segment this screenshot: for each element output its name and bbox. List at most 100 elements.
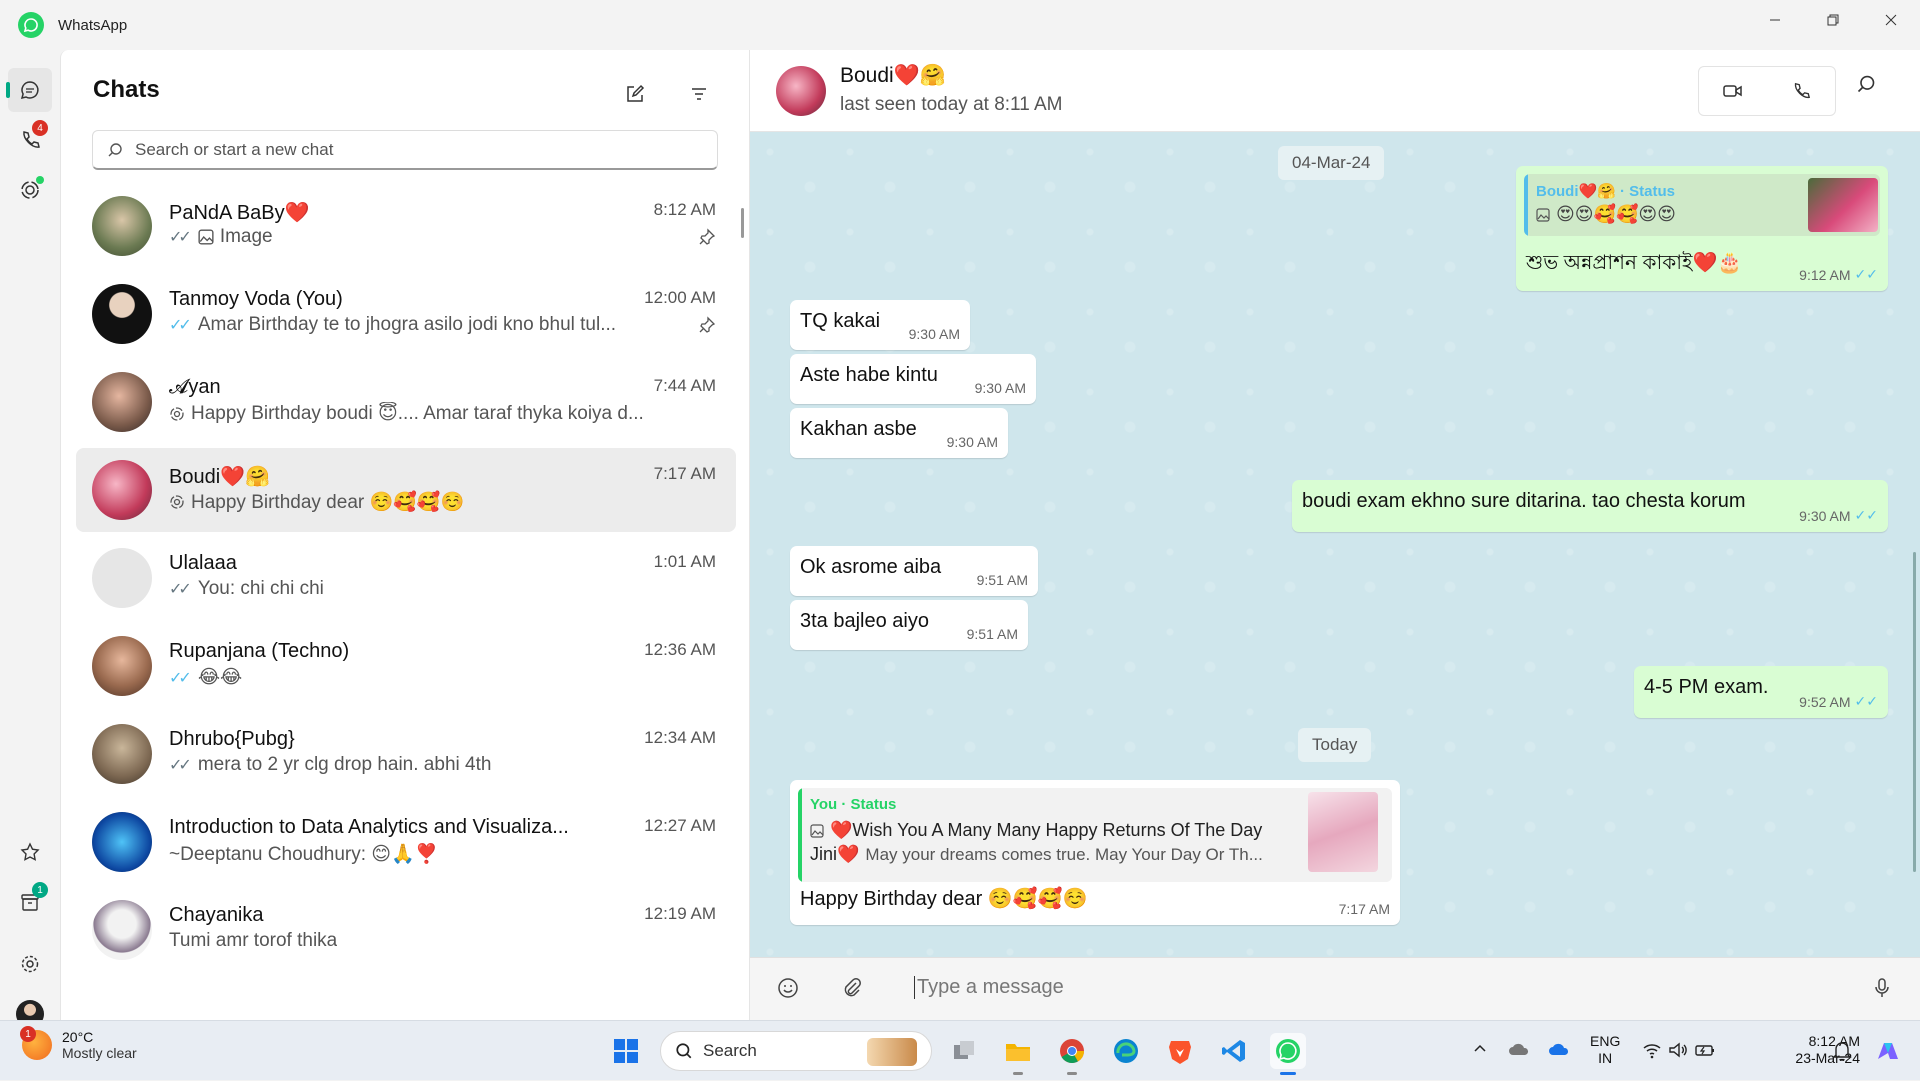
message-input[interactable]: Type a message <box>914 976 1064 999</box>
outgoing-message[interactable]: 4-5 PM exam. 9:52 AM ✓✓ <box>1634 666 1888 718</box>
status-reply-message[interactable]: Boudi❤️🤗 · Status 😍😍🥰🥰😍😍 শুভ অন্নপ্রাশন … <box>1516 166 1888 291</box>
status-ring-icon <box>170 406 184 421</box>
chat-preview-text: Happy Birthday dear ☺️🥰🥰☺️ <box>191 492 465 513</box>
incoming-message[interactable]: 3ta bajleo aiyo 9:51 AM <box>790 600 1028 650</box>
contact-avatar[interactable] <box>776 66 826 116</box>
chat-list-item[interactable]: Chayanika 12:19 AM Tumi amr torof thika <box>76 888 736 972</box>
chat-preview: ✓✓ 😂😂 <box>169 666 689 689</box>
edge-icon <box>1114 1039 1138 1063</box>
chat-name: Introduction to Data Analytics and Visua… <box>169 816 569 838</box>
message-text: 4-5 PM exam. <box>1644 676 1769 698</box>
taskbar-search[interactable]: Search <box>660 1031 932 1071</box>
chat-preview: ✓✓ mera to 2 yr clg drop hain. abhi 4th <box>169 754 689 776</box>
file-explorer-button[interactable] <box>1000 1033 1036 1075</box>
vscode-button[interactable] <box>1216 1033 1252 1069</box>
title-bar: WhatsApp <box>0 0 1920 50</box>
volume-button[interactable] <box>1668 1041 1688 1064</box>
search-input[interactable]: Search or start a new chat <box>92 130 718 170</box>
restore-button[interactable] <box>1804 0 1862 40</box>
settings-nav-button[interactable] <box>8 942 52 986</box>
wifi-button[interactable] <box>1642 1041 1662 1064</box>
input-language-button[interactable]: ENG IN <box>1590 1033 1620 1067</box>
brave-button[interactable] <box>1162 1033 1198 1069</box>
bell-icon <box>1832 1042 1852 1062</box>
chat-preview: ✓✓ Image <box>169 226 689 248</box>
incoming-message[interactable]: Kakhan asbe 9:30 AM <box>790 408 1008 458</box>
copilot-button[interactable] <box>1872 1035 1904 1072</box>
chat-time: 8:12 AM <box>653 200 716 219</box>
filter-button[interactable] <box>681 76 717 112</box>
paperclip-icon <box>844 978 861 997</box>
message-scrollbar[interactable] <box>1913 552 1916 872</box>
wifi-icon <box>1643 1044 1661 1059</box>
chat-list-item[interactable]: Introduction to Data Analytics and Visua… <box>76 800 736 884</box>
chat-list-item[interactable]: Ulalaaa 1:01 AM ✓✓ You: chi chi chi <box>76 536 736 620</box>
minimize-button[interactable] <box>1746 0 1804 40</box>
quote-text: 😍😍🥰🥰😍😍 <box>1536 204 1676 225</box>
whatsapp-taskbar-button[interactable] <box>1270 1033 1306 1075</box>
image-icon <box>198 229 214 245</box>
show-hidden-icons-button[interactable] <box>1472 1041 1488 1062</box>
start-button[interactable] <box>608 1033 644 1069</box>
windows-taskbar: 1 20°C Mostly clear Search ENG IN 8:12 A… <box>0 1020 1920 1080</box>
archived-nav-button[interactable]: 1 <box>8 880 52 924</box>
battery-charging-icon <box>1695 1045 1714 1056</box>
notifications-button[interactable] <box>1832 1039 1852 1066</box>
chat-list-item[interactable]: Boudi❤️🤗 7:17 AM Happy Birthday dear ☺️🥰🥰☺… <box>76 448 736 532</box>
voice-call-button[interactable] <box>1767 67 1835 115</box>
task-view-button[interactable] <box>946 1033 982 1069</box>
chat-preview-text: You: chi chi chi <box>197 578 324 599</box>
contact-name[interactable]: Boudi❤️🤗 <box>840 64 946 88</box>
chat-list-item[interactable]: 𝓐yan 7:44 AM Happy Birthday boudi 😇.... Am… <box>76 360 736 444</box>
message-area[interactable]: 04-Mar-24 Boudi❤️🤗 · Status 😍😍🥰🥰😍😍 শুভ অ… <box>750 132 1920 957</box>
quote-line-2: Jini❤️ May your dreams comes true. May Y… <box>810 844 1263 864</box>
chat-avatar <box>92 636 152 696</box>
status-thumbnail <box>1808 178 1878 232</box>
chat-list-item[interactable]: Dhrubo{Pubg} 12:34 AM ✓✓ mera to 2 yr clg d… <box>76 712 736 796</box>
incoming-message[interactable]: Ok asrome aiba 9:51 AM <box>790 546 1038 596</box>
whatsapp-logo-icon <box>18 12 44 38</box>
chat-list-item[interactable]: Tanmoy Voda (You) 12:00 AM ✓✓ Amar Birthday… <box>76 272 736 356</box>
chat-name: Dhrubo{Pubg} <box>169 728 295 750</box>
weather-moon-icon: 1 <box>20 1026 52 1060</box>
chats-nav-button[interactable] <box>6 68 52 112</box>
call-buttons <box>1698 66 1836 116</box>
chat-list-item[interactable]: Rupanjana (Techno) 12:36 AM ✓✓ 😂😂 <box>76 624 736 708</box>
message-ticks-icon: ✓✓ <box>169 581 192 598</box>
chat-name: PaNdA BaBy❤️ <box>169 202 310 224</box>
incoming-message[interactable]: Aste habe kintu 9:30 AM <box>790 354 1036 404</box>
emoji-button[interactable] <box>776 976 800 1005</box>
star-icon <box>20 842 40 861</box>
incoming-message[interactable]: TQ kakai 9:30 AM <box>790 300 970 350</box>
battery-button[interactable] <box>1694 1041 1716 1064</box>
image-icon <box>1536 207 1550 222</box>
weather-widget[interactable]: 1 20°C Mostly clear <box>20 1026 137 1061</box>
onedrive-business-button[interactable] <box>1548 1041 1570 1062</box>
video-call-button[interactable] <box>1699 67 1767 115</box>
calls-nav-button[interactable]: 4 <box>8 118 52 162</box>
search-in-chat-button[interactable] <box>1856 74 1876 99</box>
status-nav-button[interactable] <box>8 168 52 212</box>
voice-message-button[interactable] <box>1870 976 1894 1005</box>
status-reply-message[interactable]: You · Status ❤️Wish You A Many Many Happ… <box>790 780 1400 925</box>
message-composer: Type a message <box>750 957 1920 1020</box>
onedrive-personal-button[interactable] <box>1508 1041 1530 1062</box>
outgoing-message[interactable]: boudi exam ekhno sure ditarina. tao ches… <box>1292 480 1888 532</box>
chat-preview-text: Amar Birthday te to jhogra asilo jodi kn… <box>197 314 617 335</box>
quoted-status[interactable]: You · Status ❤️Wish You A Many Many Happ… <box>798 788 1392 882</box>
conversation-header[interactable]: Boudi❤️🤗 last seen today at 8:11 AM <box>750 50 1920 132</box>
chrome-button[interactable] <box>1054 1033 1090 1075</box>
conversation-pane: Boudi❤️🤗 last seen today at 8:11 AM 04-M… <box>750 50 1920 1020</box>
starred-nav-button[interactable] <box>8 830 52 874</box>
chat-list-scrollbar[interactable] <box>741 208 744 238</box>
message-text: Kakhan asbe <box>800 418 917 440</box>
chevron-up-icon <box>1474 1044 1486 1052</box>
message-time: 9:30 AM ✓✓ <box>1799 507 1878 524</box>
quoted-status[interactable]: Boudi❤️🤗 · Status 😍😍🥰🥰😍😍 <box>1524 174 1880 236</box>
attach-button[interactable] <box>840 976 864 1005</box>
message-time: 9:30 AM <box>946 434 998 450</box>
chat-list-item[interactable]: PaNdA BaBy❤️ 8:12 AM ✓✓ Image <box>76 184 736 268</box>
close-button[interactable] <box>1862 0 1920 40</box>
edge-button[interactable] <box>1108 1033 1144 1069</box>
new-chat-button[interactable] <box>617 76 653 112</box>
